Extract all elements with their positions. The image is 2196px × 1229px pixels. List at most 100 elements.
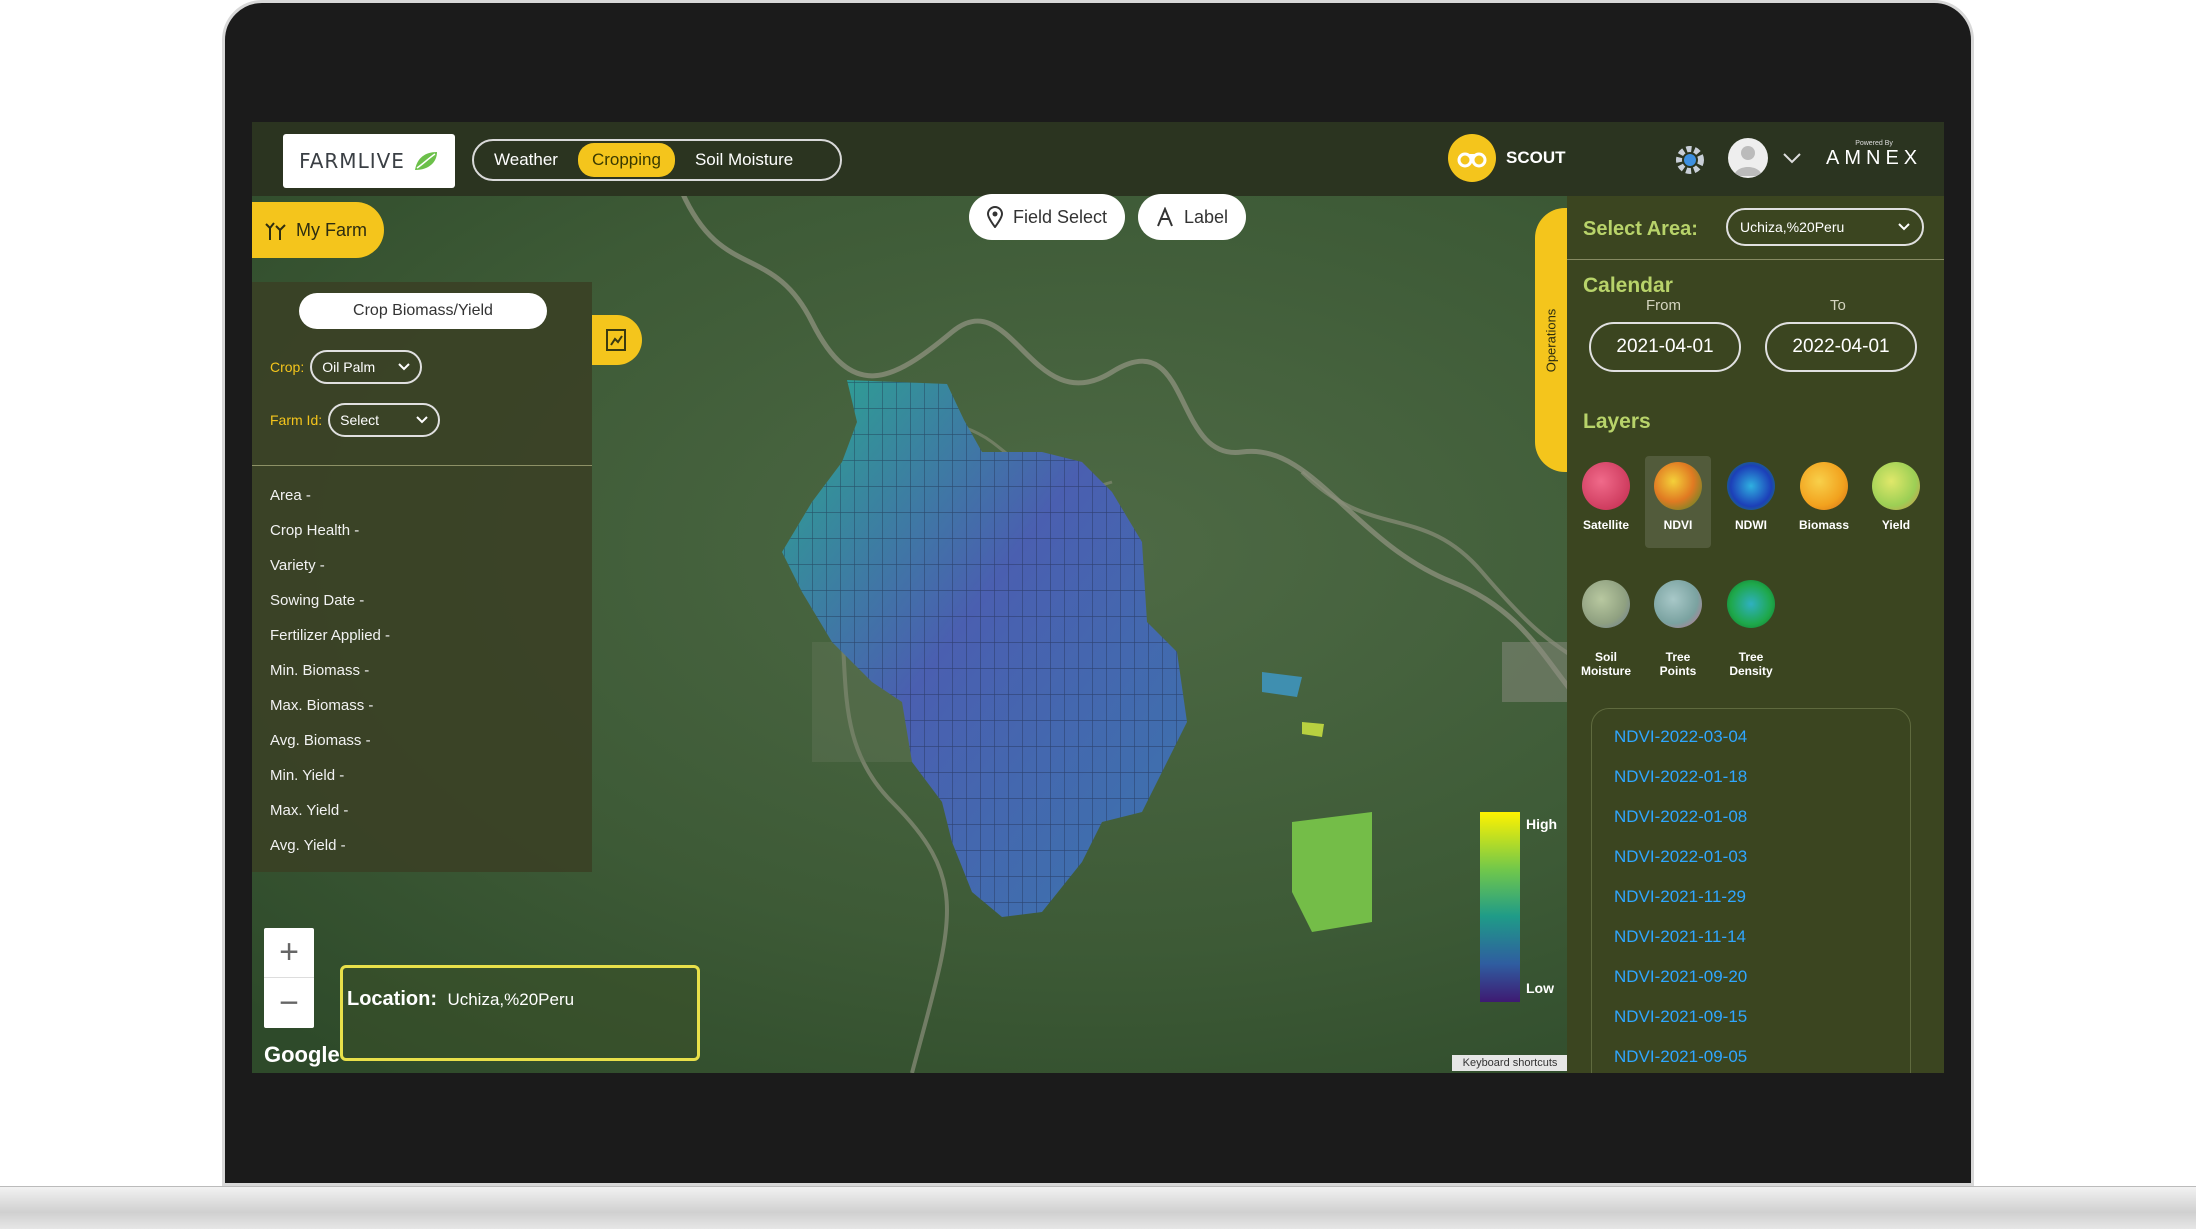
ndvi-date-item[interactable]: NDVI-2021-09-20 xyxy=(1614,967,1747,987)
legend-high: High xyxy=(1526,816,1558,832)
calendar-title: Calendar xyxy=(1583,274,1673,297)
text-label-icon xyxy=(1157,207,1173,227)
layer-label: Soil Moisture xyxy=(1580,650,1631,678)
location-box: Location: Uchiza,%20Peru xyxy=(340,965,700,1061)
top-header: FARMLIVE Weather Cropping Soil Moisture … xyxy=(252,122,1944,196)
select-area-dropdown[interactable]: Uchiza,%20Peru xyxy=(1726,208,1924,246)
location-label: Location: xyxy=(347,988,437,1010)
farm-id-select[interactable]: Select xyxy=(328,403,441,437)
ndvi-date-item[interactable]: NDVI-2021-11-29 xyxy=(1614,887,1746,907)
select-area-value: Uchiza,%20Peru xyxy=(1740,219,1845,235)
report-tab[interactable] xyxy=(592,315,642,365)
layer-ndwi[interactable]: NDWI xyxy=(1718,462,1784,532)
ndvi-date-item[interactable]: NDVI-2022-01-03 xyxy=(1614,847,1747,867)
app-screen: FARMLIVE Weather Cropping Soil Moisture … xyxy=(252,122,1944,1073)
info-crop-health: Crop Health - xyxy=(270,522,360,539)
layer-label: Biomass xyxy=(1798,518,1850,532)
label-button-label: Label xyxy=(1184,206,1229,227)
my-farm-button[interactable]: My Farm xyxy=(252,202,384,258)
right-panel: Select Area: Uchiza,%20Peru Calendar Fro… xyxy=(1567,196,1944,1073)
farmlive-logo[interactable]: FARMLIVE xyxy=(283,134,455,188)
ndvi-date-item[interactable]: NDVI-2022-01-08 xyxy=(1614,807,1747,827)
scout-label: SCOUT xyxy=(1506,148,1566,167)
zoom-out-button[interactable]: − xyxy=(264,978,314,1028)
layer-label: NDVI xyxy=(1663,518,1693,532)
ndvi-date-item[interactable]: NDVI-2022-03-04 xyxy=(1614,727,1747,747)
powered-by: Powered By xyxy=(1855,140,1893,147)
to-label: To xyxy=(1830,297,1846,314)
info-variety: Variety - xyxy=(270,557,325,574)
nav-cropping[interactable]: Cropping xyxy=(577,143,675,177)
layer-label: Satellite xyxy=(1582,518,1630,532)
layer-biomass[interactable]: Biomass xyxy=(1791,462,1857,532)
info-max-biomass: Max. Biomass - xyxy=(270,697,374,714)
crop-value: Oil Palm xyxy=(322,359,376,375)
info-fertilizer: Fertilizer Applied - xyxy=(270,627,391,644)
layer-label: Tree Density xyxy=(1729,650,1773,678)
ndvi-date-item[interactable]: NDVI-2021-11-14 xyxy=(1614,927,1746,947)
field-select-button[interactable]: Field Select xyxy=(969,194,1126,240)
label-button[interactable]: Label xyxy=(1138,194,1247,240)
panel-divider xyxy=(1567,259,1944,260)
to-date-input[interactable]: 2022-04-01 xyxy=(1765,322,1917,372)
chevron-down-icon xyxy=(1898,223,1910,231)
from-label: From xyxy=(1646,297,1681,314)
layer-label: Yield xyxy=(1881,518,1911,532)
crop-biomass-yield-button[interactable]: Crop Biomass/Yield xyxy=(299,293,547,329)
binoculars-icon xyxy=(1448,134,1496,182)
yield-icon xyxy=(1872,462,1920,510)
scout-button[interactable]: SCOUT xyxy=(1448,134,1566,182)
palm-icon xyxy=(265,222,286,240)
amnex-brand: Powered By AMNEX xyxy=(1826,140,1922,170)
layer-tree-points[interactable]: Tree Points xyxy=(1645,566,1711,678)
select-area-label: Select Area: xyxy=(1583,218,1698,240)
operations-tab[interactable]: Operations xyxy=(1535,208,1567,472)
from-date-input[interactable]: 2021-04-01 xyxy=(1589,322,1741,372)
info-sowing-date: Sowing Date - xyxy=(270,592,365,609)
layer-tree-density[interactable]: Tree Density xyxy=(1718,566,1784,678)
chevron-down-icon[interactable] xyxy=(1782,152,1802,164)
gear-icon[interactable] xyxy=(1674,144,1706,176)
map-pin-icon xyxy=(987,206,1003,228)
zoom-control: + − xyxy=(264,928,314,1028)
crop-row: Crop: Oil Palm xyxy=(270,350,423,384)
brand-name: AMNEX xyxy=(1826,147,1923,169)
user-icon xyxy=(1734,146,1762,176)
zoom-in-button[interactable]: + xyxy=(264,928,314,978)
info-avg-biomass: Avg. Biomass - xyxy=(270,732,371,749)
layer-ndvi[interactable]: NDVI xyxy=(1645,456,1711,548)
avatar[interactable] xyxy=(1728,138,1768,178)
info-min-biomass: Min. Biomass - xyxy=(270,662,370,679)
info-min-yield: Min. Yield - xyxy=(270,767,345,784)
ndvi-date-item[interactable]: NDVI-2021-09-05 xyxy=(1614,1047,1747,1067)
nav-weather[interactable]: Weather xyxy=(480,143,572,177)
layer-label: Tree Points xyxy=(1659,650,1697,678)
nav-soil-moisture[interactable]: Soil Moisture xyxy=(681,143,807,177)
leaf-icon xyxy=(414,152,437,170)
logo-text: FARMLIVE xyxy=(299,149,405,173)
layer-satellite[interactable]: Satellite xyxy=(1573,462,1639,532)
farm-id-label: Farm Id: xyxy=(270,412,323,428)
ndvi-icon xyxy=(1654,462,1702,510)
ndvi-date-list: NDVI-2022-03-04 NDVI-2022-01-18 NDVI-202… xyxy=(1591,708,1911,1073)
crop-select[interactable]: Oil Palm xyxy=(310,350,423,384)
crop-label: Crop: xyxy=(270,359,305,375)
biomass-icon xyxy=(1800,462,1848,510)
layer-yield[interactable]: Yield xyxy=(1863,462,1929,532)
location-value: Uchiza,%20Peru xyxy=(447,990,575,1009)
tree-density-icon xyxy=(1727,580,1775,628)
info-max-yield: Max. Yield - xyxy=(270,802,349,819)
keyboard-shortcuts-link[interactable]: Keyboard shortcuts xyxy=(1452,1055,1568,1071)
farm-id-value: Select xyxy=(340,412,380,428)
layer-soil-moisture[interactable]: Soil Moisture xyxy=(1573,566,1639,678)
satellite-icon xyxy=(1582,462,1630,510)
laptop-base xyxy=(0,1186,2196,1229)
ndvi-date-item[interactable]: NDVI-2021-09-15 xyxy=(1614,1007,1747,1027)
soil-moisture-icon xyxy=(1582,580,1630,628)
ndwi-icon xyxy=(1727,462,1775,510)
info-avg-yield: Avg. Yield - xyxy=(270,837,346,854)
ndvi-date-item[interactable]: NDVI-2022-01-18 xyxy=(1614,767,1747,787)
ndvi-legend-bar xyxy=(1480,812,1520,1002)
layer-label: NDWI xyxy=(1735,518,1767,532)
farm-info-panel: Crop Biomass/Yield Crop: Oil Palm Farm I… xyxy=(252,282,592,872)
